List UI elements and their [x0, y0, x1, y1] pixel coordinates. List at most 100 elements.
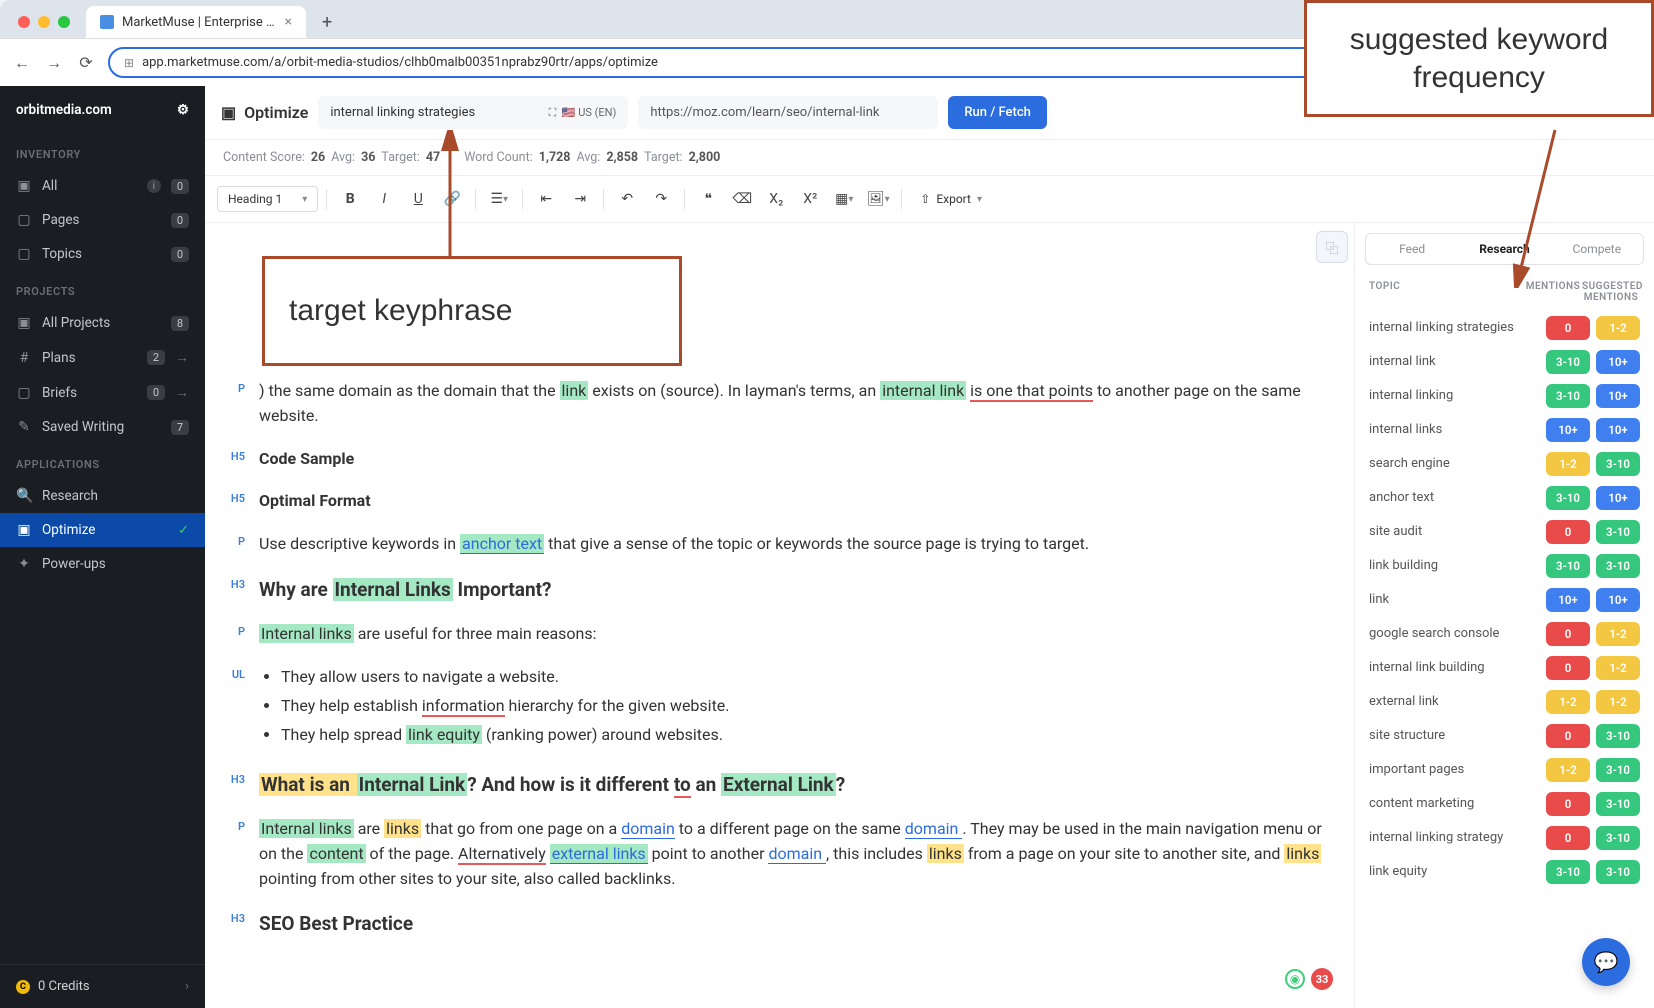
mentions-pill: 3-10 — [1546, 486, 1590, 510]
topic-row[interactable]: content marketing03-10 — [1365, 787, 1644, 821]
col-suggested: SUGGESTED MENTIONS — [1582, 281, 1640, 303]
heading-5: Code Sample — [259, 447, 1330, 472]
topic-row[interactable]: link building3-103-10 — [1365, 549, 1644, 583]
sidebar-item-topics[interactable]: ▢ Topics 0 — [0, 237, 205, 271]
arrow-right-icon: → — [175, 384, 189, 401]
sidebar-item-optimize[interactable]: ▣ Optimize ✓ — [0, 513, 205, 547]
topic-row[interactable]: internal link3-1010+ — [1365, 345, 1644, 379]
topic-row[interactable]: search engine1-23-10 — [1365, 447, 1644, 481]
paragraph: Internal links are links that go from on… — [259, 817, 1330, 891]
heading-5: Optimal Format — [259, 489, 1330, 514]
arrow-right-icon: → — [175, 349, 189, 366]
redo-button[interactable]: ↷ — [646, 184, 676, 214]
indent-button[interactable]: ⇥ — [565, 184, 595, 214]
site-settings-icon[interactable]: ⊞ — [124, 56, 134, 70]
back-button[interactable]: ← — [12, 53, 32, 73]
topic-name: internal links — [1369, 422, 1540, 438]
italic-button[interactable]: I — [369, 184, 399, 214]
sidebar-item-pages[interactable]: ▢ Pages 0 — [0, 203, 205, 237]
topic-name: internal link building — [1369, 660, 1540, 676]
export-button[interactable]: ⇧ Export ▾ — [910, 187, 992, 211]
suggested-pill: 3-10 — [1596, 520, 1640, 544]
bold-button[interactable]: B — [335, 184, 365, 214]
annotation-target-keyphrase: target keyphrase — [262, 256, 682, 366]
sidebar-item-research[interactable]: 🔍 Research — [0, 479, 205, 513]
search-icon: 🔍 — [16, 488, 32, 504]
mentions-pill: 0 — [1546, 316, 1590, 340]
mentions-pill: 0 — [1546, 656, 1590, 680]
topic-row[interactable]: internal link building 01-2 — [1365, 651, 1644, 685]
window-maximize-icon[interactable] — [58, 16, 70, 28]
browser-tab[interactable]: MarketMuse | Enterprise Cont × — [86, 6, 306, 38]
topic-input[interactable]: internal linking strategies ⛶ 🇺🇸 US (EN) — [318, 96, 628, 129]
bullet-list-button[interactable]: ☰▾ — [484, 184, 514, 214]
topic-value: internal linking strategies — [330, 105, 475, 120]
reload-button[interactable]: ⟳ — [76, 53, 96, 72]
subscript-button[interactable]: X₂ — [761, 184, 791, 214]
run-fetch-button[interactable]: Run / Fetch — [948, 96, 1047, 129]
image-button[interactable]: 🖼▾ — [863, 184, 893, 214]
undo-button[interactable]: ↶ — [612, 184, 642, 214]
section-projects: PROJECTS — [0, 271, 205, 306]
list-item: They allow users to navigate a website. — [281, 665, 1330, 690]
settings-icon[interactable]: ⚙ — [177, 102, 189, 118]
window-close-icon[interactable] — [18, 16, 30, 28]
topic-list[interactable]: internal linking strategies01-2internal … — [1355, 311, 1654, 1008]
topic-name: site audit — [1369, 524, 1540, 540]
expand-icon[interactable]: ⛶ — [549, 106, 557, 119]
topic-row[interactable]: site structure03-10 — [1365, 719, 1644, 753]
mentions-pill: 1-2 — [1546, 690, 1590, 714]
chat-button[interactable]: 💬 — [1582, 938, 1630, 986]
sidebar-item-all-projects[interactable]: ▣ All Projects 8 — [0, 306, 205, 340]
tab-compete[interactable]: Compete — [1551, 234, 1643, 264]
list: They allow users to navigate a website. … — [259, 665, 1330, 751]
topic-row[interactable]: internal linking strategies01-2 — [1365, 311, 1644, 345]
topic-row[interactable]: internal links10+10+ — [1365, 413, 1644, 447]
projects-icon: ▣ — [16, 315, 32, 331]
suggested-pill: 1-2 — [1596, 656, 1640, 680]
topic-row[interactable]: external link1-21-2 — [1365, 685, 1644, 719]
sidebar-item-briefs[interactable]: ▢ Briefs 0 → — [0, 375, 205, 410]
forward-button[interactable]: → — [44, 53, 64, 73]
suggested-pill: 3-10 — [1596, 860, 1640, 884]
topic-row[interactable]: link equity3-103-10 — [1365, 855, 1644, 889]
check-icon: ✓ — [178, 523, 189, 538]
new-tab-button[interactable]: + — [314, 8, 340, 37]
grammarly-badge[interactable]: ◉ 33 — [1285, 968, 1333, 990]
suggested-pill: 3-10 — [1596, 452, 1640, 476]
table-button[interactable]: ▦▾ — [829, 184, 859, 214]
topic-row[interactable]: link10+10+ — [1365, 583, 1644, 617]
topic-row[interactable]: anchor text3-1010+ — [1365, 481, 1644, 515]
sidebar-item-saved-writing[interactable]: ✎ Saved Writing 7 — [0, 410, 205, 444]
sidebar-item-powerups[interactable]: ✦ Power-ups — [0, 547, 205, 581]
credits-footer[interactable]: C 0 Credits › — [0, 964, 205, 1008]
topic-row[interactable]: site audit 03-10 — [1365, 515, 1644, 549]
clear-format-button[interactable]: ⌫ — [727, 184, 757, 214]
topic-row[interactable]: google search console01-2 — [1365, 617, 1644, 651]
topic-row[interactable]: internal linking strategy03-10 — [1365, 821, 1644, 855]
underline-button[interactable]: U — [403, 184, 433, 214]
url-input[interactable]: https://moz.com/learn/seo/internal-link — [638, 96, 938, 129]
page-title: Optimize — [244, 103, 308, 122]
topic-name: link — [1369, 592, 1540, 608]
heading-3: What is an Internal Link? And how is it … — [259, 770, 1330, 799]
copy-button[interactable]: ⿻ — [1316, 231, 1348, 263]
topic-name: internal linking — [1369, 388, 1540, 404]
section-applications: APPLICATIONS — [0, 444, 205, 479]
quote-button[interactable]: ❝ — [693, 184, 723, 214]
topic-icon: ▢ — [16, 246, 32, 262]
mentions-pill: 0 — [1546, 520, 1590, 544]
topic-row[interactable]: important pages1-23-10 — [1365, 753, 1644, 787]
outdent-button[interactable]: ⇤ — [531, 184, 561, 214]
heading-select[interactable]: Heading 1 ▾ — [217, 186, 318, 212]
superscript-button[interactable]: X² — [795, 184, 825, 214]
sidebar-item-all[interactable]: ▣ All i 0 — [0, 169, 205, 203]
topic-row[interactable]: internal linking3-1010+ — [1365, 379, 1644, 413]
suggested-pill: 10+ — [1596, 350, 1640, 374]
window-minimize-icon[interactable] — [38, 16, 50, 28]
mentions-pill: 3-10 — [1546, 554, 1590, 578]
suggested-pill: 10+ — [1596, 384, 1640, 408]
close-tab-icon[interactable]: × — [285, 14, 292, 30]
topic-name: anchor text — [1369, 490, 1540, 506]
sidebar-item-plans[interactable]: # Plans 2 → — [0, 340, 205, 375]
